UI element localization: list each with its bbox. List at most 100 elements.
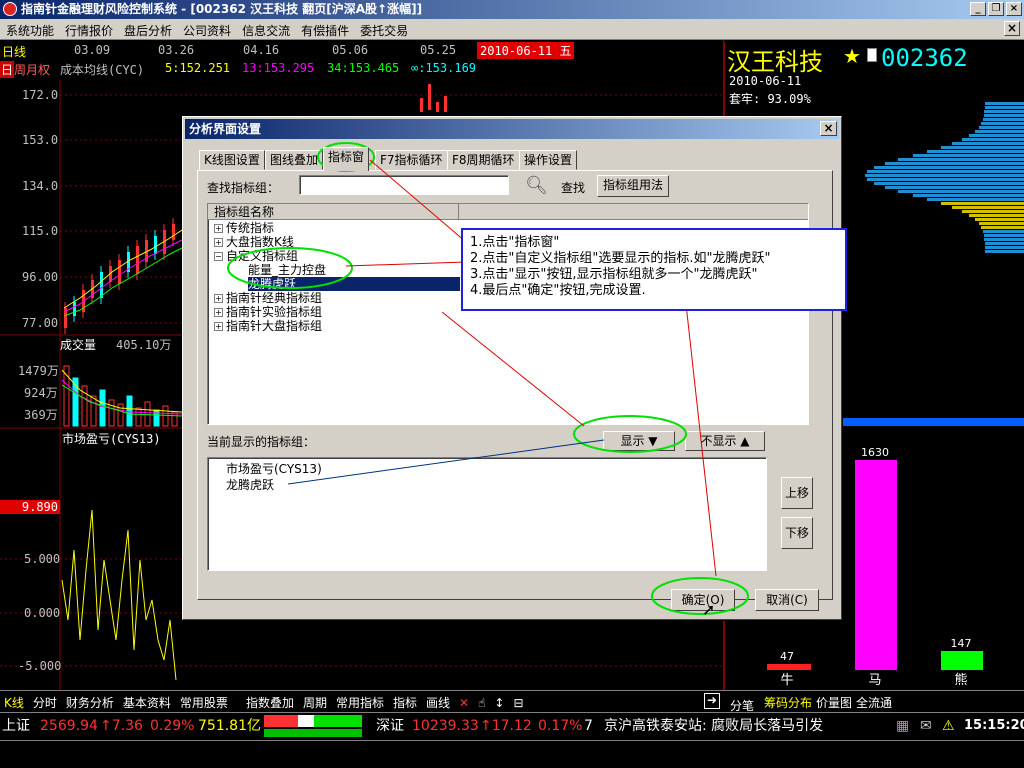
tree-item[interactable]: + 指南针大盘指标组: [214, 319, 514, 333]
sz-label: 深证: [376, 718, 404, 734]
delete-icon[interactable]: ✕: [455, 693, 474, 710]
sz-index: 10239.33: [412, 718, 479, 734]
tab-finance[interactable]: 财务分析: [62, 691, 119, 711]
tab-operation[interactable]: 操作设置: [519, 150, 578, 170]
mdi-close-button[interactable]: ×: [1004, 21, 1020, 36]
warning-icon[interactable]: ⚠: [942, 713, 955, 739]
tab-kline[interactable]: K线: [0, 691, 29, 711]
show-button[interactable]: 显示 ▼: [603, 431, 675, 451]
restore-button[interactable]: ❐: [988, 2, 1004, 16]
tool-common-indicators[interactable]: 常用指标: [332, 691, 389, 711]
cancel-button[interactable]: 取消(C): [755, 589, 819, 611]
menu-info[interactable]: 信息交流: [236, 19, 295, 39]
tree-item[interactable]: − 自定义指标组: [214, 249, 514, 263]
sh-change: ↑7.36: [100, 718, 143, 734]
window-controls: _ ❐ ×: [968, 2, 1022, 17]
tree-item[interactable]: + 传统指标: [214, 221, 514, 235]
indicator-usage-button[interactable]: 指标组用法: [597, 175, 669, 197]
expand-toggle-icon[interactable]: −: [214, 252, 223, 261]
tool-period[interactable]: 周期: [299, 691, 332, 711]
tree-item[interactable]: 能量_主力控盘: [248, 263, 460, 277]
bar-1: [855, 460, 897, 670]
current-groups-list: 市场盈亏(CYS13) 龙腾虎跃: [207, 457, 767, 571]
move-icon[interactable]: ↕: [490, 693, 509, 710]
tree-item[interactable]: 龙腾虎跃: [248, 277, 460, 291]
move-up-button[interactable]: 上移: [781, 477, 813, 509]
index-status-bar: 上证 2569.94 ↑7.36 0.29% 751.81亿 深证 10239.…: [0, 712, 1024, 740]
magnifier-icon[interactable]: 🔍︎: [525, 175, 548, 196]
tab-float[interactable]: 全流通: [852, 691, 897, 711]
app-window: 指南针金融理财风险控制系统 - [002362 汉王科技 翻页[沪深A股↑涨幅]…: [0, 0, 1024, 768]
expand-toggle-icon[interactable]: +: [214, 294, 223, 303]
expand-toggle-icon[interactable]: +: [214, 308, 223, 317]
expand-toggle-icon[interactable]: +: [214, 224, 223, 233]
menu-trade[interactable]: 委托交易: [354, 19, 413, 39]
message-icon[interactable]: ✉: [920, 713, 932, 739]
bar-label: 马: [868, 673, 881, 688]
tree-item[interactable]: + 大盘指数K线: [214, 235, 514, 249]
tab-ticks-label: 分笔: [730, 699, 755, 713]
tree-item-label: 大盘指数K线: [226, 235, 294, 249]
tree-item-label: 指南针大盘指标组: [226, 319, 323, 333]
minimize-button[interactable]: _: [970, 2, 986, 16]
dialog-close-button[interactable]: ×: [820, 121, 837, 136]
search-label: 查找指标组：: [207, 181, 280, 195]
current-groups-label: 当前显示的指标组：: [207, 435, 316, 449]
bar-label: 熊: [954, 672, 967, 688]
bar-value: 47: [780, 650, 794, 663]
clock: 15:15:20: [964, 718, 1024, 733]
network-icon[interactable]: ▦: [896, 713, 909, 739]
instruction-line: 3.点击"显示"按钮,显示指标组就多一个"龙腾虎跃": [470, 267, 758, 282]
menu-company[interactable]: 公司资料: [177, 19, 236, 39]
search-input[interactable]: [299, 175, 509, 195]
indicator-tick: 0.000: [24, 606, 61, 620]
tool-drawing[interactable]: 画线: [422, 691, 455, 711]
taskbar-strip: [0, 740, 1024, 768]
volume-tick: 1479万: [18, 364, 59, 378]
hide-button[interactable]: 不显示 ▲: [685, 431, 765, 451]
tab-overlay[interactable]: 图线叠加: [265, 150, 324, 170]
expand-toggle-icon[interactable]: +: [214, 322, 223, 331]
tab-price-volume[interactable]: 价量图: [812, 691, 857, 711]
volume-value: 405.10万: [116, 338, 172, 352]
bar-label: 牛: [780, 673, 793, 688]
menu-quotes[interactable]: 行情报价: [59, 19, 118, 39]
tab-kline-settings[interactable]: K线图设置: [199, 150, 265, 170]
arrow-right-icon[interactable]: ➜: [704, 693, 720, 709]
tree-item[interactable]: + 指南针实验指标组: [214, 305, 514, 319]
volume-tick: 369万: [24, 408, 58, 422]
tree-header: 指标组名称: [208, 204, 808, 220]
instruction-box: 1.点击"指标窗" 2.点击"自定义指标组"选要显示的指标.如"龙腾虎跃" 3.…: [470, 235, 770, 299]
dialog-title: 分析界面设置: [185, 119, 839, 139]
tab-profile[interactable]: 基本资料: [119, 691, 176, 711]
bar-value: 1630: [861, 446, 889, 459]
tree-item-label: 自定义指标组: [226, 249, 299, 263]
hand-icon[interactable]: ☝: [474, 693, 490, 710]
tab-favorites[interactable]: 常用股票: [176, 691, 233, 711]
tool-indicator[interactable]: 指标: [389, 691, 422, 711]
tree-item[interactable]: + 指南针经典指标组: [214, 291, 514, 305]
tool-overlay[interactable]: 指数叠加: [242, 691, 299, 711]
tab-minute[interactable]: 分时: [29, 691, 62, 711]
bottom-toolbar: K线 分时 财务分析 基本资料 常用股票 指数叠加 周期 常用指标 指标 画线 ✕ ☝ ↕ ⊟ ➜ 分笔 …: [0, 690, 1024, 714]
tab-indicator-window[interactable]: 指标窗: [323, 147, 370, 171]
menu-analysis[interactable]: 盘后分析: [118, 19, 177, 39]
menu-plugins[interactable]: 有偿插件: [295, 19, 354, 39]
indicator-current: 9.890: [0, 500, 60, 514]
tab-ticks[interactable]: 分笔: [722, 691, 764, 714]
lock-icon[interactable]: ⊟: [509, 693, 528, 710]
search-button[interactable]: 查找: [561, 179, 585, 196]
tree-item-label: 能量_主力控盘: [248, 263, 327, 277]
tab-chips[interactable]: 筹码分布: [760, 691, 817, 711]
close-button[interactable]: ×: [1006, 2, 1022, 16]
news-ticker[interactable]: 京沪高铁泰安站: 腐败局长落马引发: [604, 713, 892, 739]
current-group-item[interactable]: 龙腾虎跃: [226, 478, 274, 492]
sz-pct: 0.17%: [538, 718, 583, 734]
expand-toggle-icon[interactable]: +: [214, 238, 223, 247]
bar-value: 147: [951, 637, 972, 650]
move-down-button[interactable]: 下移: [781, 517, 813, 549]
menu-system[interactable]: 系统功能: [0, 19, 59, 39]
current-group-item[interactable]: 市场盈亏(CYS13): [226, 462, 322, 476]
tab-f8-cycle[interactable]: F8周期循环: [447, 150, 520, 170]
tab-f7-cycle[interactable]: F7指标循环: [375, 150, 448, 170]
